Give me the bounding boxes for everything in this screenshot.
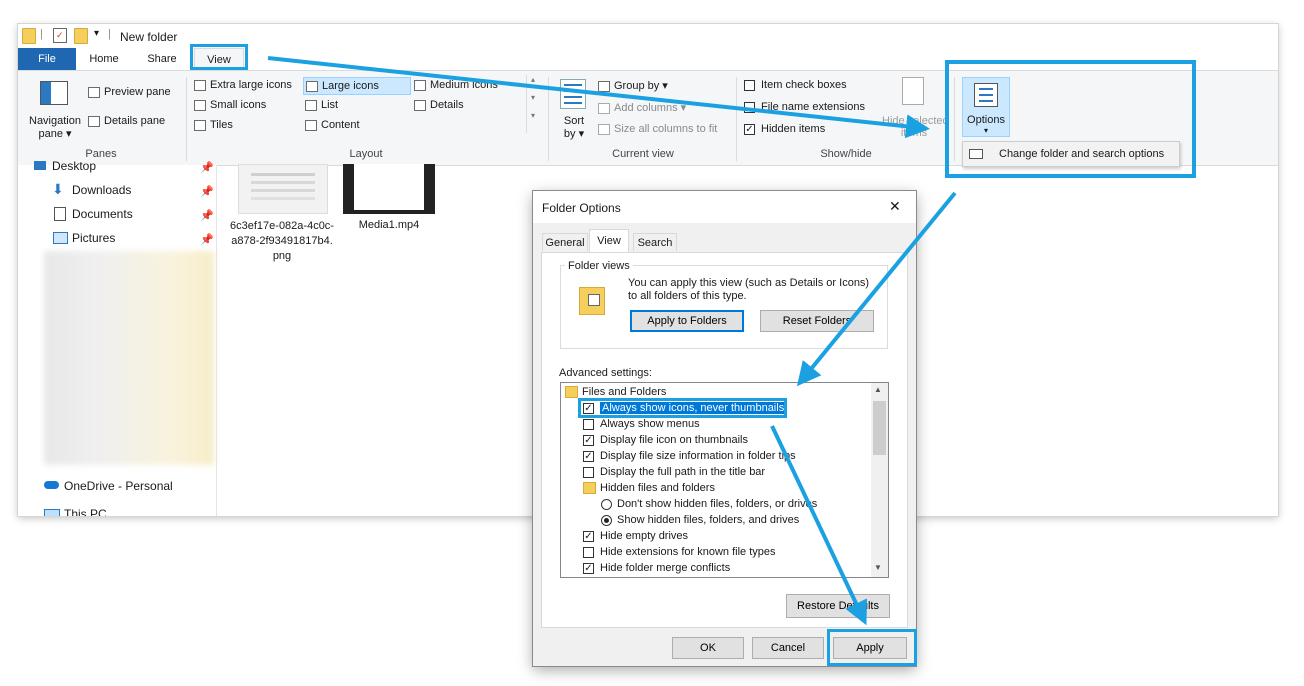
- arrow-view-to-options: [267, 56, 930, 139]
- arrow-options-to-setting: [796, 191, 957, 387]
- arrow-setting-to-apply: [770, 425, 867, 626]
- annotation-arrows: [267, 56, 957, 626]
